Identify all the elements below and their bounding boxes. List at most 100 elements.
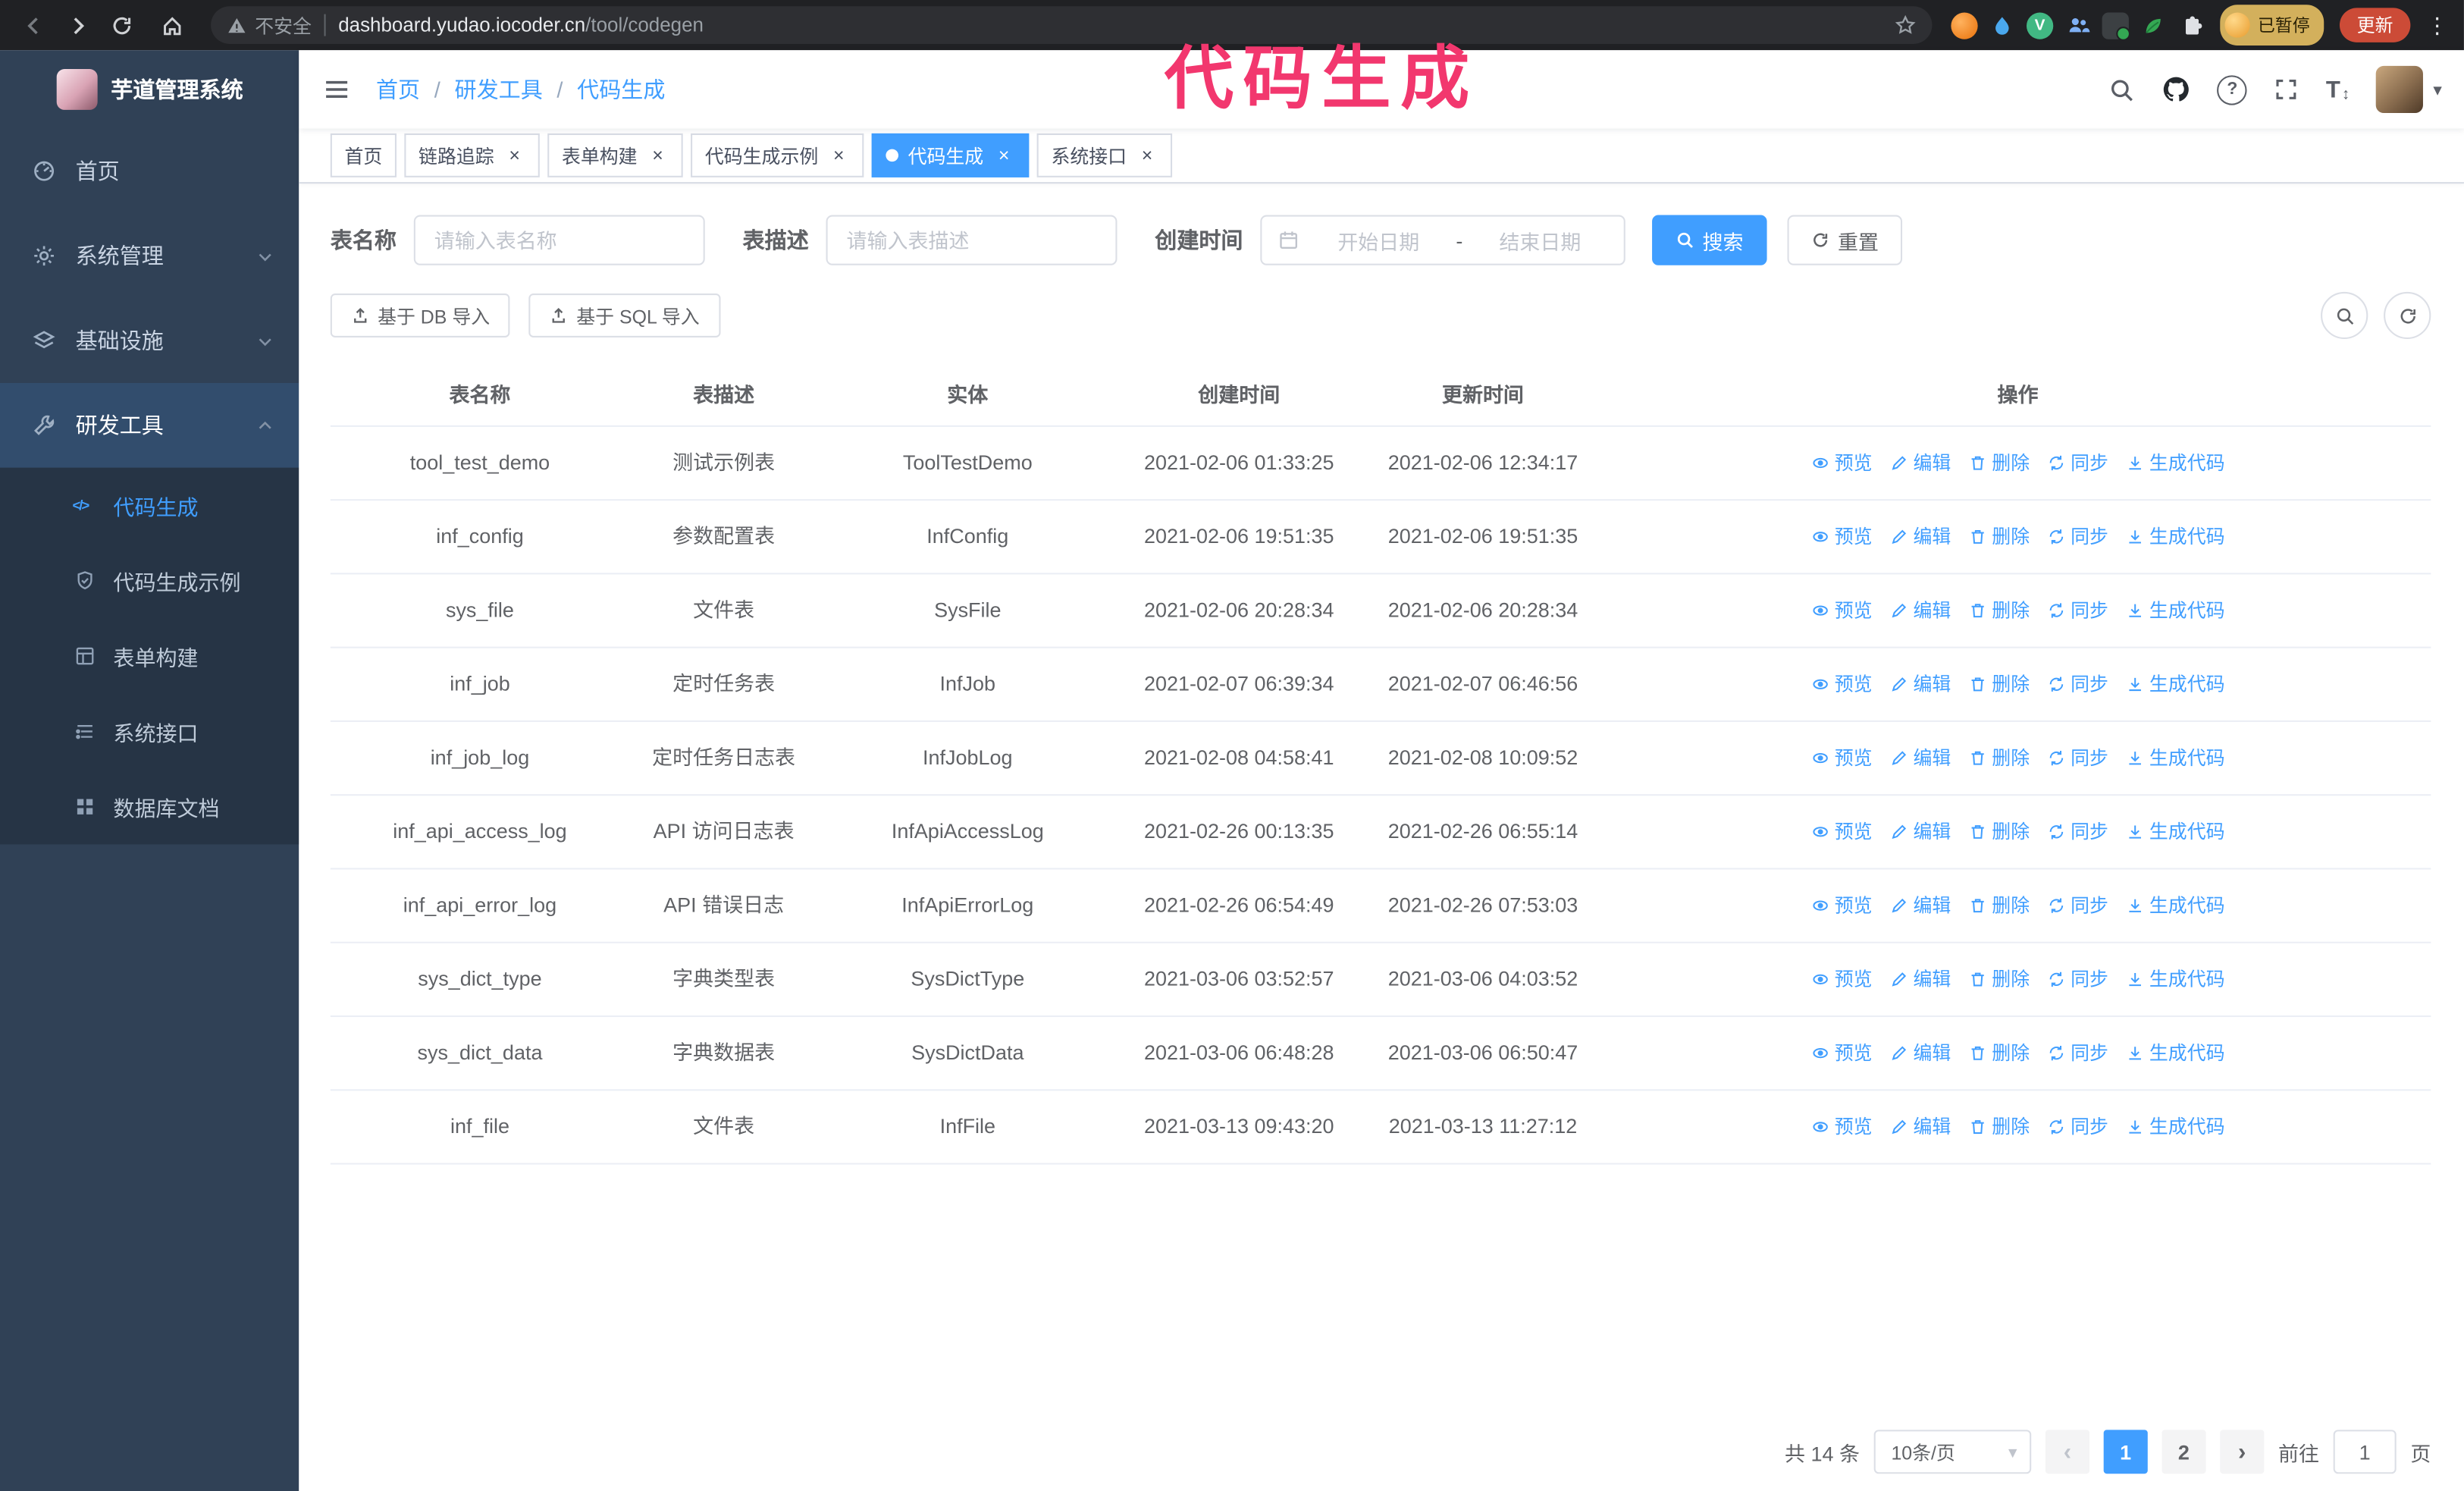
table-desc-input[interactable]	[826, 215, 1118, 265]
extension-drop-icon[interactable]	[1989, 12, 2015, 39]
sidebar-item-home[interactable]: 首页	[0, 129, 299, 214]
sync-link[interactable]: 同步	[2047, 1111, 2108, 1142]
import-db-button[interactable]: 基于 DB 导入	[330, 293, 511, 337]
edit-link[interactable]: 编辑	[1889, 447, 1951, 479]
sync-link[interactable]: 同步	[2047, 447, 2108, 479]
page-size-select[interactable]: 10条/页 ▾	[1873, 1430, 2032, 1474]
page-1-button[interactable]: 1	[2103, 1430, 2148, 1474]
generate-code-link[interactable]: 生成代码	[2126, 595, 2225, 626]
sidebar-subitem-codegen[interactable]: </> 代码生成	[0, 468, 299, 543]
sync-link[interactable]: 同步	[2047, 816, 2108, 847]
edit-link[interactable]: 编辑	[1889, 742, 1951, 774]
back-icon[interactable]	[13, 5, 54, 46]
preview-link[interactable]: 预览	[1811, 1111, 1873, 1142]
generate-code-link[interactable]: 生成代码	[2126, 742, 2225, 774]
breadcrumb-home[interactable]: 首页	[376, 74, 420, 105]
delete-link[interactable]: 删除	[1968, 964, 2030, 995]
delete-link[interactable]: 删除	[1968, 816, 2030, 847]
sidebar-item-system[interactable]: 系统管理	[0, 213, 299, 298]
github-icon[interactable]	[2162, 75, 2190, 103]
close-icon[interactable]: ×	[993, 144, 1015, 166]
sync-link[interactable]: 同步	[2047, 521, 2108, 552]
page-2-button[interactable]: 2	[2161, 1430, 2206, 1474]
next-page-button[interactable]: ›	[2220, 1430, 2265, 1474]
extension-orange-icon[interactable]	[1951, 11, 1978, 39]
generate-code-link[interactable]: 生成代码	[2126, 816, 2225, 847]
sync-link[interactable]: 同步	[2047, 669, 2108, 700]
extension-leaf-icon[interactable]	[2140, 12, 2166, 39]
reload-icon[interactable]	[101, 5, 142, 46]
sync-link[interactable]: 同步	[2047, 595, 2108, 626]
app-logo[interactable]: 芋道管理系统	[0, 50, 299, 128]
home-icon[interactable]	[151, 5, 192, 46]
goto-page-input[interactable]	[2333, 1430, 2397, 1474]
date-range-picker[interactable]: 开始日期 - 结束日期	[1260, 215, 1625, 265]
edit-link[interactable]: 编辑	[1889, 521, 1951, 552]
generate-code-link[interactable]: 生成代码	[2126, 1111, 2225, 1142]
sync-link[interactable]: 同步	[2047, 890, 2108, 921]
preview-link[interactable]: 预览	[1811, 742, 1873, 774]
extension-people-icon[interactable]	[2064, 12, 2091, 39]
tab-tracing[interactable]: 链路追踪 ×	[404, 133, 540, 177]
close-icon[interactable]: ×	[1136, 144, 1158, 166]
generate-code-link[interactable]: 生成代码	[2126, 521, 2225, 552]
help-icon[interactable]: ?	[2217, 74, 2248, 105]
refresh-table-button[interactable]	[2384, 291, 2431, 340]
browser-menu-icon[interactable]: ⋮	[2423, 12, 2451, 39]
sync-link[interactable]: 同步	[2047, 1037, 2108, 1069]
delete-link[interactable]: 删除	[1968, 890, 2030, 921]
edit-link[interactable]: 编辑	[1889, 595, 1951, 626]
close-icon[interactable]: ×	[828, 144, 850, 166]
edit-link[interactable]: 编辑	[1889, 890, 1951, 921]
close-icon[interactable]: ×	[503, 144, 525, 166]
extension-proxy-icon[interactable]	[2102, 11, 2130, 40]
preview-link[interactable]: 预览	[1811, 890, 1873, 921]
delete-link[interactable]: 删除	[1968, 742, 2030, 774]
search-button[interactable]: 搜索	[1652, 215, 1767, 265]
sync-link[interactable]: 同步	[2047, 964, 2108, 995]
edit-link[interactable]: 编辑	[1889, 964, 1951, 995]
sidebar-subitem-db-doc[interactable]: 数据库文档	[0, 769, 299, 844]
generate-code-link[interactable]: 生成代码	[2126, 964, 2225, 995]
preview-link[interactable]: 预览	[1811, 816, 1873, 847]
fullscreen-icon[interactable]	[2274, 77, 2299, 102]
vue-devtools-icon[interactable]: V	[2026, 11, 2054, 39]
address-bar[interactable]: 不安全 dashboard.yudao.iocoder.cn /tool/cod…	[211, 6, 1933, 44]
delete-link[interactable]: 删除	[1968, 595, 2030, 626]
edit-link[interactable]: 编辑	[1889, 1037, 1951, 1069]
import-sql-button[interactable]: 基于 SQL 导入	[529, 293, 720, 337]
toggle-search-button[interactable]	[2321, 291, 2368, 340]
generate-code-link[interactable]: 生成代码	[2126, 890, 2225, 921]
tab-form-builder[interactable]: 表单构建 ×	[547, 133, 683, 177]
prev-page-button[interactable]: ‹	[2045, 1430, 2089, 1474]
delete-link[interactable]: 删除	[1968, 1037, 2030, 1069]
search-icon[interactable]	[2109, 76, 2136, 102]
edit-link[interactable]: 编辑	[1889, 669, 1951, 700]
tab-home[interactable]: 首页	[330, 133, 397, 177]
sidebar-subitem-system-api[interactable]: 系统接口	[0, 694, 299, 769]
edit-link[interactable]: 编辑	[1889, 816, 1951, 847]
generate-code-link[interactable]: 生成代码	[2126, 1037, 2225, 1069]
bookmark-star-icon[interactable]	[1895, 14, 1917, 36]
preview-link[interactable]: 预览	[1811, 964, 1873, 995]
sidebar-item-infra[interactable]: 基础设施	[0, 298, 299, 383]
delete-link[interactable]: 删除	[1968, 447, 2030, 479]
sidebar-subitem-form-builder[interactable]: 表单构建	[0, 618, 299, 693]
preview-link[interactable]: 预览	[1811, 595, 1873, 626]
hamburger-icon[interactable]	[322, 75, 350, 103]
preview-link[interactable]: 预览	[1811, 669, 1873, 700]
breadcrumb-devtools[interactable]: 研发工具	[455, 74, 543, 105]
delete-link[interactable]: 删除	[1968, 669, 2030, 700]
chrome-update-button[interactable]: 更新	[2339, 8, 2411, 42]
delete-link[interactable]: 删除	[1968, 1111, 2030, 1142]
reset-button[interactable]: 重置	[1787, 215, 1903, 265]
sync-link[interactable]: 同步	[2047, 742, 2108, 774]
table-name-input[interactable]	[413, 215, 705, 265]
user-menu[interactable]: ▾	[2376, 65, 2442, 114]
close-icon[interactable]: ×	[647, 144, 669, 166]
generate-code-link[interactable]: 生成代码	[2126, 669, 2225, 700]
generate-code-link[interactable]: 生成代码	[2126, 447, 2225, 479]
tab-system-api[interactable]: 系统接口 ×	[1036, 133, 1173, 177]
preview-link[interactable]: 预览	[1811, 447, 1873, 479]
sidebar-subitem-codegen-example[interactable]: 代码生成示例	[0, 543, 299, 618]
